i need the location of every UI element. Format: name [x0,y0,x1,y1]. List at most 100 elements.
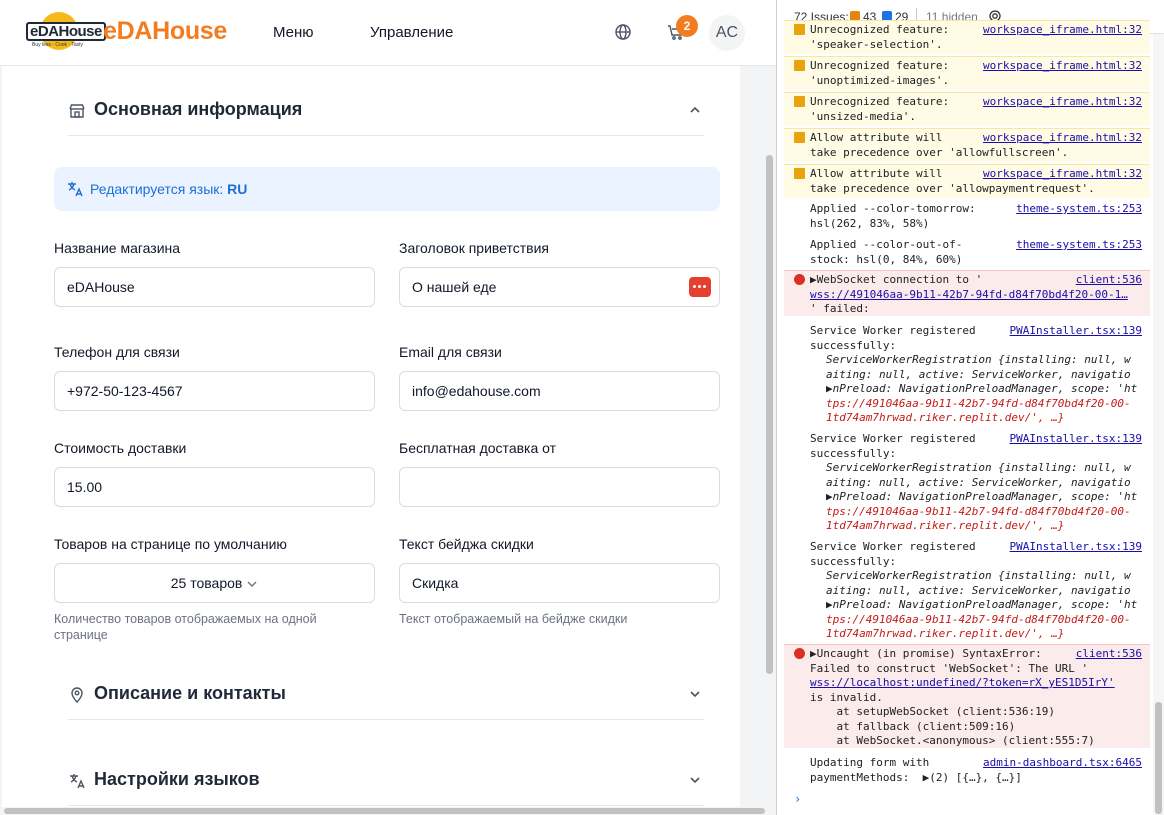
console-line: 1td74am7hrwad.riker.replit.dev/', …} [826,411,1065,424]
console-source-link[interactable]: workspace_iframe.html:32 [977,95,1142,110]
console-line: wss://localhost:undefined/?token=rX_yES1… [810,676,1115,689]
devtools-splitter[interactable] [776,0,784,815]
console-message[interactable]: Applied --color-tomorrow: hsl(262, 83%, 5… [784,200,1150,234]
console-line: 'unsized-media'. [810,109,916,123]
console-message[interactable]: Service Worker registered successfully: Se… [784,538,1150,644]
store-name-input[interactable]: eDAHouse [54,267,375,307]
language-notice: Редактируется язык: RU [54,167,720,211]
console-source-link[interactable]: client:536 [1069,273,1142,288]
console-message[interactable]: Unrecognized feature:'speaker-selection'… [784,20,1150,54]
nav-menu[interactable]: Меню [273,24,314,41]
console-line: tps://491046aa-9b11-42b7-94fd-d84f70bd4f… [826,396,1131,410]
chevron-down-icon[interactable] [688,773,702,787]
error-icon [794,274,805,285]
app-header: eDAHouse Buy less · Cook · Tasty eDAHous… [0,0,776,66]
nav-manage[interactable]: Управление [370,24,453,41]
warning-icon [794,60,805,71]
console-message[interactable]: ▶WebSocket connection to ' wss://491046aa… [784,270,1150,316]
console-message[interactable]: Service Worker registered successfully: Se… [784,322,1150,428]
console-source-link[interactable]: theme-system.ts:253 [1010,202,1142,217]
console-line: is invalid. [810,690,883,704]
console-prompt[interactable]: › [794,792,801,806]
password-manager-icon[interactable] [689,277,711,297]
badge-text-label: Текст бейджа скидки [399,536,534,552]
per-page-hint: Количество товаров отображаемых на одной… [54,612,317,642]
console-scrollbar[interactable] [1153,34,1164,815]
console-line: at fallback (client:509:16) [810,719,1016,733]
console-source-link[interactable]: workspace_iframe.html:32 [977,23,1142,38]
console-source-link[interactable]: client:536 [1069,647,1142,662]
console-message[interactable]: Unrecognized feature:'unsized-media'. wor… [784,92,1150,126]
avatar[interactable]: AC [709,15,745,51]
console-line: ▶nPreload: NavigationPreloadManager, sco… [826,490,1138,503]
language-code: RU [227,181,248,197]
console-line: aiting: null, active: ServiceWorker, nav… [826,367,1131,381]
console-line: at WebSocket.<anonymous> (client:555:7) [810,734,1095,747]
chevron-down-icon [247,581,257,588]
devtools-console: 72 Issues: 43 29 11 hidden Unrecognized … [784,0,1164,815]
console-line: paymentMethods: ▶(2) [{…}, {…}] [810,770,1022,784]
section-basic-header[interactable]: Основная информация [68,86,704,136]
console-line: successfully: [810,446,897,460]
console-message[interactable]: Updating form with paymentMethods: ▶(2) [… [784,754,1150,790]
section-basic-title: Основная информация [94,99,303,119]
delivery-cost-label: Стоимость доставки [54,440,187,456]
console-line: Failed to construct 'WebSocket': The URL… [810,661,1089,675]
console-message[interactable]: Service Worker registered successfully: Se… [784,430,1150,536]
section-desc-header[interactable]: Описание и контакты [68,670,704,720]
console-line: ServiceWorkerRegistration {installing: n… [826,569,1131,582]
console-source-link[interactable]: admin-dashboard.tsx:6465 [977,756,1142,771]
logo[interactable]: eDAHouse Buy less · Cook · Tasty [26,12,106,52]
app-vertical-scrollbar[interactable] [764,66,776,807]
email-input[interactable]: info@edahouse.com [399,371,720,411]
chevron-up-icon[interactable] [688,103,702,117]
console-message[interactable]: Unrecognized feature:'unoptimized-images… [784,56,1150,90]
console-source-link[interactable]: workspace_iframe.html:32 [977,59,1142,74]
brand-name[interactable]: eDAHouse [103,17,227,46]
console-line: at setupWebSocket (client:536:19) [810,705,1056,718]
logo-word: eDAHouse [26,22,106,41]
logo-sub: Buy less · Cook · Tasty [32,42,84,48]
console-source-link[interactable]: PWAInstaller.tsx:139 [1004,324,1142,339]
console-line: ServiceWorkerRegistration {installing: n… [826,353,1131,366]
console-source-link[interactable]: workspace_iframe.html:32 [977,131,1142,146]
section-langs-title: Настройки языков [94,769,260,789]
console-line: hsl(262, 83%, 58%) [810,216,930,230]
console-line: tps://491046aa-9b11-42b7-94fd-d84f70bd4f… [826,504,1131,518]
console-line: wss://491046aa-9b11-42b7-94fd-d84f70bd4f… [810,287,1128,301]
section-desc-title: Описание и контакты [94,683,286,703]
console-line: stock: hsl(0, 84%, 60%) [810,252,963,266]
globe-icon[interactable] [613,22,633,42]
console-source-link[interactable]: theme-system.ts:253 [1010,238,1142,253]
console-message[interactable]: ▶Uncaught (in promise) SyntaxError: Faile… [784,644,1150,748]
console-line: ▶nPreload: NavigationPreloadManager, sco… [826,382,1138,395]
console-message[interactable]: Allow attribute will take precedence over… [784,128,1150,162]
console-line: aiting: null, active: ServiceWorker, nav… [826,475,1131,489]
console-message[interactable]: Applied --color-out-of-stock: hsl(0, 84%… [784,236,1150,270]
console-source-link[interactable]: PWAInstaller.tsx:139 [1004,432,1142,447]
badge-text-input[interactable]: Скидка [399,563,720,603]
warning-icon [794,24,805,35]
store-icon [69,104,85,118]
phone-input[interactable]: +972-50-123-4567 [54,371,375,411]
chevron-down-icon[interactable] [688,687,702,701]
console-line: ServiceWorkerRegistration {installing: n… [826,461,1131,474]
console-line: ▶nPreload: NavigationPreloadManager, sco… [826,598,1138,611]
app-horizontal-scrollbar[interactable] [0,807,776,815]
console-message[interactable]: Allow attribute will take precedence over… [784,164,1150,198]
console-line: 1td74am7hrwad.riker.replit.dev/', …} [826,627,1065,640]
per-page-value: 25 товаров [170,575,243,591]
store-name-label: Название магазина [54,240,181,256]
per-page-select[interactable]: 25 товаров [54,563,375,603]
console-line: successfully: [810,554,897,568]
free-delivery-input[interactable] [399,467,720,507]
section-langs-header[interactable]: Настройки языков [68,756,704,806]
console-line: 'speaker-selection'. [810,37,943,51]
language-notice-text: Редактируется язык: RU [90,181,248,197]
translate-icon [68,182,83,197]
translate-icon [70,774,85,789]
console-source-link[interactable]: workspace_iframe.html:32 [977,167,1142,182]
delivery-cost-input[interactable]: 15.00 [54,467,375,507]
welcome-title-input[interactable]: О нашей еде [399,267,720,307]
console-source-link[interactable]: PWAInstaller.tsx:139 [1004,540,1142,555]
